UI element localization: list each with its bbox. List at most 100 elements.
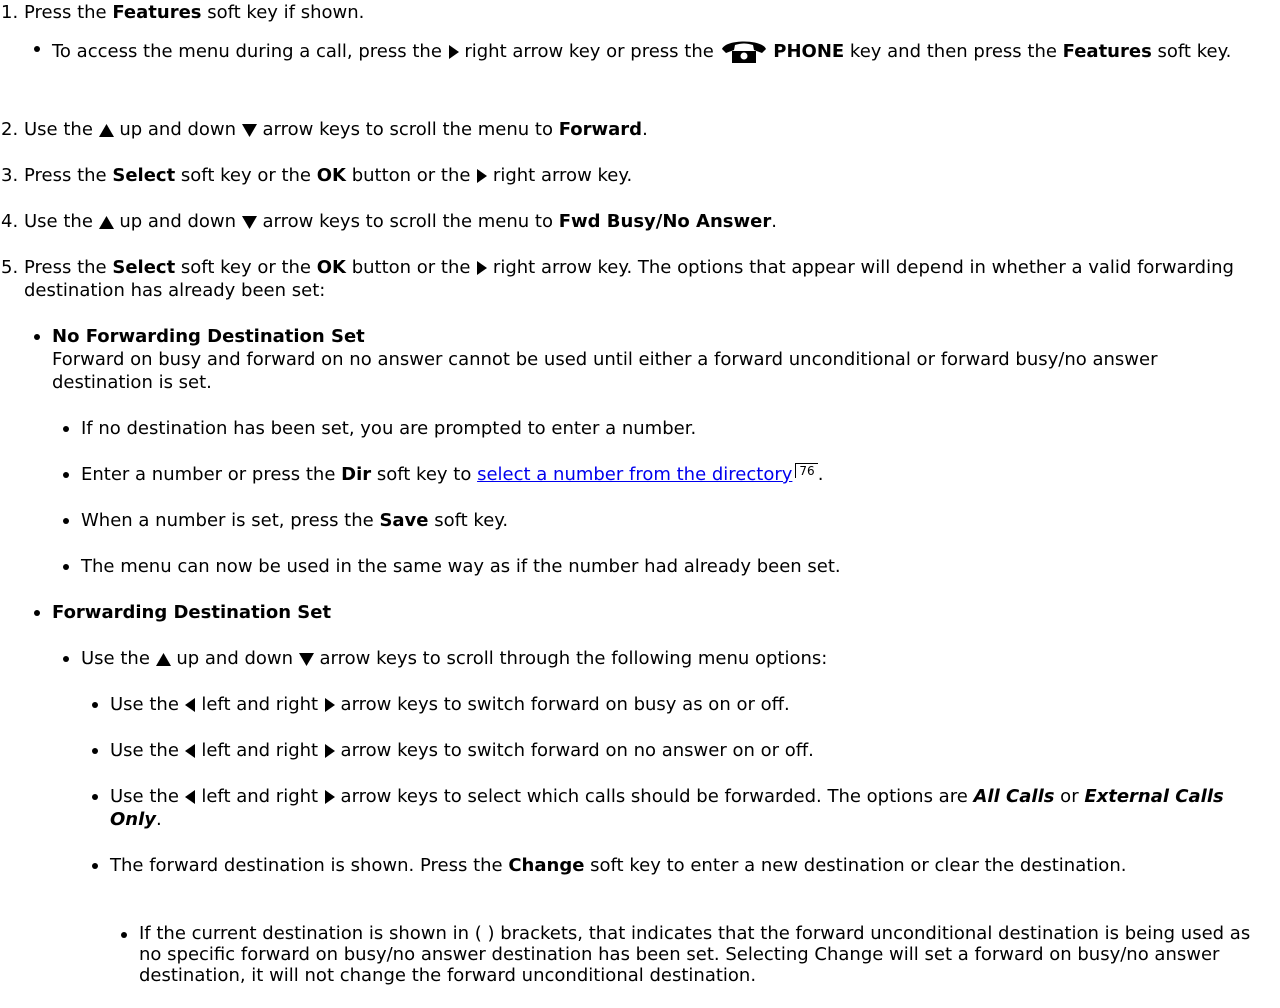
step-text: soft key or the [175,257,317,278]
bullet-dot [63,656,69,662]
select-key-label: Select [112,257,176,278]
note-text: soft key. [1151,41,1232,62]
step-text: right arrow key. [487,165,633,186]
step-text: Press the [24,2,113,23]
page-reference[interactable]: 76 [795,463,818,478]
left-arrow-icon [184,744,195,758]
step-text: up and down [113,119,242,140]
up-arrow-icon [98,123,114,137]
item-text: arrow keys to select which calls should … [334,786,974,807]
down-arrow-icon [241,123,257,137]
features-key-label: Features [112,2,202,23]
step-text: Press the [24,257,113,278]
up-arrow-icon [155,652,171,666]
section-heading: Forwarding Destination Set [52,602,332,623]
list-item: Use the left and right arrow keys to sel… [92,785,1252,831]
step-number: 4. [1,211,19,232]
step-text: soft key or the [175,165,317,186]
change-key-label: Change [508,855,585,876]
features-key-label: Features [1062,41,1152,62]
down-arrow-icon [241,215,257,229]
step-2: 2. Use the up and down arrow keys to scr… [1,118,648,141]
item-text: If no destination has been set, you are … [81,418,697,439]
item-text: Use the [110,740,185,761]
item-text: arrow keys to switch forward on no answe… [334,740,814,761]
forward-menu-label: Forward [558,119,643,140]
item-text: arrow keys to scroll through the followi… [313,648,828,669]
item-text: When a number is set, press the [81,510,380,531]
bullet-dot [92,863,98,869]
step-text: up and down [113,211,242,232]
list-item: Use the left and right arrow keys to swi… [92,693,790,716]
call-note: To access the menu during a call, press … [34,37,1254,63]
right-arrow-icon [477,261,488,275]
fwd-busy-menu-label: Fwd Busy/No Answer [558,211,772,232]
step-text: arrow keys to scroll the menu to [256,211,559,232]
item-text: Use the [110,694,185,715]
step-text: button or the [345,165,477,186]
item-text: left and right [195,786,324,807]
item-text: soft key to enter a new destination or c… [584,855,1127,876]
step-number: 3. [1,165,19,186]
step-text: button or the [345,257,477,278]
step-4: 4. Use the up and down arrow keys to scr… [1,210,777,233]
list-item: Enter a number or press the Dir soft key… [63,463,823,486]
list-item: If the current destination is shown in (… [121,923,1271,986]
item-text: soft key to [371,464,478,485]
item-text: left and right [195,740,324,761]
bullet-dot [63,472,69,478]
item-text: left and right [195,694,324,715]
item-text: soft key. [428,510,509,531]
destination-set-section: Forwarding Destination Set [34,601,331,624]
step-number: 2. [1,119,19,140]
bullet-dot [92,794,98,800]
section-text: Forward on busy and forward on no answer… [52,349,1158,393]
bullet-dot [92,702,98,708]
right-arrow-icon [477,169,488,183]
step-number: 5. [1,257,19,278]
phone-icon [721,41,766,63]
list-item: If no destination has been set, you are … [63,417,696,440]
item-text: . [156,809,162,830]
step-text: Use the [24,211,99,232]
note-text: key and then press the [844,41,1063,62]
no-destination-section: No Forwarding Destination Set Forward on… [34,325,1244,394]
step-text: Press the [24,165,113,186]
ok-button-label: OK [316,165,346,186]
note-text: To access the menu during a call, press … [52,41,448,62]
item-text: up and down [170,648,299,669]
list-item: The forward destination is shown. Press … [92,854,1252,877]
save-key-label: Save [379,510,429,531]
left-arrow-icon [184,790,195,804]
list-item: The menu can now be used in the same way… [63,555,841,578]
bullet-dot [34,334,40,340]
section-heading: No Forwarding Destination Set [52,326,365,347]
ok-button-label: OK [316,257,346,278]
bullet-dot [121,932,127,938]
bullet-dot [34,46,40,52]
list-item: Use the left and right arrow keys to swi… [92,739,814,762]
item-text: If the current destination is shown in (… [139,923,1251,986]
step-text: Use the [24,119,99,140]
list-item: When a number is set, press the Save sof… [63,509,508,532]
step-3: 3. Press the Select soft key or the OK b… [1,164,632,187]
right-arrow-icon [448,45,459,59]
select-key-label: Select [112,165,176,186]
step-text: soft key if shown. [201,2,365,23]
down-arrow-icon [298,652,314,666]
item-text: or [1054,786,1085,807]
step-text: arrow keys to scroll the menu to [256,119,559,140]
step-number: 1. [1,2,19,23]
right-arrow-icon [324,698,335,712]
item-text: Use the [110,786,185,807]
item-text: The forward destination is shown. Press … [110,855,509,876]
left-arrow-icon [184,698,195,712]
directory-link[interactable]: select a number from the directory [477,464,792,485]
bullet-dot [63,426,69,432]
item-text: arrow keys to switch forward on busy as … [334,694,790,715]
bullet-dot [34,610,40,616]
step-1: 1. Press the Features soft key if shown. [1,1,364,24]
item-text: The menu can now be used in the same way… [81,556,841,577]
bullet-dot [63,518,69,524]
right-arrow-icon [324,744,335,758]
